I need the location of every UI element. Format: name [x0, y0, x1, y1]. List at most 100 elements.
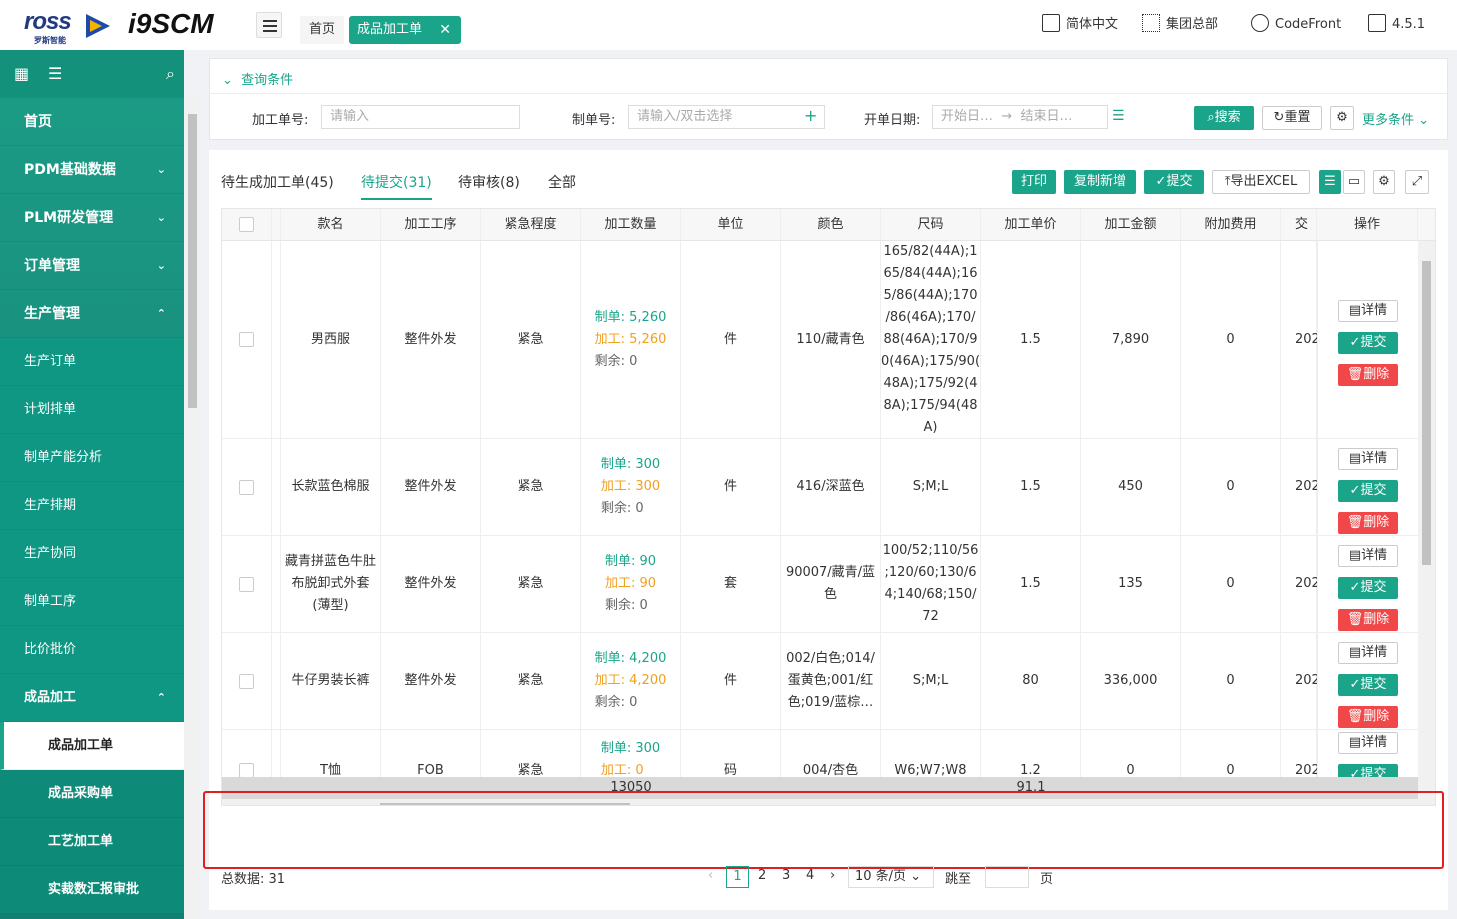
- add-icon[interactable]: +: [804, 106, 817, 125]
- detail-button[interactable]: ▤详情: [1338, 732, 1398, 754]
- submit-row-button[interactable]: ✓提交: [1338, 479, 1398, 502]
- page-1[interactable]: 1: [726, 866, 749, 888]
- submit-row-button[interactable]: ✓提交: [1338, 332, 1398, 354]
- sidebar-item-pricing[interactable]: 比价批价: [0, 626, 184, 674]
- table-row[interactable]: 长款蓝色棉服 整件外发 紧急 制单: 300 加工: 300 剩余: 0 件 416/深蓝色 S…: [222, 439, 1418, 536]
- row-select-cell[interactable]: [222, 633, 272, 729]
- row-checkbox[interactable]: [239, 479, 254, 495]
- menu-toggle-button[interactable]: [256, 12, 282, 38]
- settings-icon[interactable]: ⚙: [1330, 106, 1354, 130]
- tab-all[interactable]: 全部: [548, 172, 576, 192]
- sidebar-scrollbar[interactable]: [184, 98, 200, 919]
- user-menu[interactable]: CodeFront: [1251, 14, 1341, 36]
- sidebar-item-label: PLM研发管理: [24, 210, 114, 226]
- sidebar-item-capacity[interactable]: 制单产能分析: [0, 434, 184, 482]
- table-row[interactable]: 藏青拼蓝色牛肚布脱卸式外套(薄型) 整件外发 紧急 制单: 90 加工: 90 剩余: 0…: [222, 536, 1418, 633]
- sidebar-item-production-order[interactable]: 生产订单: [0, 338, 184, 386]
- table-row[interactable]: 牛仔男装长裤 整件外发 紧急 制单: 4,200 加工: 4,200 剩余: 0 件 002/…: [222, 633, 1418, 730]
- grid-view-icon[interactable]: ▦: [14, 64, 29, 83]
- search-button[interactable]: ⌕搜索: [1194, 106, 1254, 130]
- row-checkbox[interactable]: [239, 576, 254, 592]
- cell-name: 长款蓝色棉服: [281, 439, 381, 535]
- page-4[interactable]: 4: [806, 868, 814, 883]
- make-label: 制单:: [600, 457, 632, 472]
- sidebar-item-plm[interactable]: PLM研发管理 ⌄: [0, 194, 184, 242]
- card-view-button[interactable]: ▭: [1343, 170, 1365, 194]
- print-button[interactable]: 打印: [1012, 170, 1056, 194]
- detail-button[interactable]: ▤详情: [1338, 641, 1398, 664]
- copy-add-button[interactable]: 复制新增: [1064, 170, 1136, 194]
- search-icon[interactable]: ⌕: [166, 64, 175, 84]
- version-info[interactable]: 4.5.1: [1368, 14, 1425, 36]
- fullscreen-icon[interactable]: ⤢: [1405, 170, 1429, 194]
- delete-button[interactable]: 🗑删除: [1338, 705, 1398, 728]
- table-vertical-scrollbar[interactable]: [1418, 241, 1435, 799]
- goto-input[interactable]: [985, 866, 1029, 888]
- user-name: CodeFront: [1275, 17, 1342, 32]
- tab-pending-review[interactable]: 待审核(8): [458, 172, 520, 192]
- order-no-input[interactable]: 请输入: [321, 105, 520, 129]
- col-due: 交: [1281, 209, 1317, 240]
- sidebar-item-home[interactable]: 首页: [0, 98, 184, 146]
- language-label: 简体中文: [1066, 17, 1119, 32]
- sidebar-item-finished[interactable]: 成品加工 ⌃: [0, 674, 184, 722]
- submit-row-button[interactable]: ✓提交: [1338, 576, 1398, 599]
- tab-pending-submit[interactable]: 待提交(31): [361, 172, 432, 200]
- row-select-cell[interactable]: [222, 536, 272, 632]
- logo-arrow-accent-icon: [90, 20, 102, 32]
- more-conditions[interactable]: 更多条件 ⌄: [1362, 109, 1429, 128]
- row-select-cell[interactable]: [222, 241, 272, 438]
- detail-button[interactable]: ▤详情: [1338, 300, 1398, 322]
- close-icon[interactable]: ✕: [439, 16, 451, 44]
- delete-button[interactable]: 🗑删除: [1338, 608, 1398, 631]
- page-3[interactable]: 3: [782, 868, 790, 883]
- export-excel-button[interactable]: ⤒导出EXCEL: [1212, 170, 1310, 194]
- delete-button[interactable]: 🗑删除: [1338, 511, 1398, 534]
- tab-home[interactable]: 首页: [300, 16, 344, 44]
- sidebar-item-cut-report[interactable]: 实裁数汇报审批: [0, 866, 184, 914]
- list-view-icon[interactable]: ☰: [48, 64, 62, 83]
- table-row[interactable]: 男西服 整件外发 紧急 制单: 5,260 加工: 5,260 剩余: 0 件 110/藏青色…: [222, 241, 1418, 439]
- org-tree-icon: [1142, 14, 1160, 32]
- query-toggle[interactable]: ⌄ 查询条件: [222, 69, 293, 88]
- prev-page-icon[interactable]: ‹: [708, 868, 713, 883]
- column-settings-icon[interactable]: ⚙: [1373, 170, 1395, 194]
- next-page-icon[interactable]: ›: [830, 868, 835, 883]
- tab-finished-processing[interactable]: 成品加工单 ✕: [349, 16, 461, 44]
- sidebar-item-process[interactable]: 制单工序: [0, 578, 184, 626]
- sidebar-item-collab[interactable]: 生产协同: [0, 530, 184, 578]
- sidebar-item-purchase[interactable]: 成品采购单: [0, 770, 184, 818]
- list-icon[interactable]: ☰: [1112, 108, 1125, 124]
- org-switch[interactable]: 集团总部: [1142, 14, 1218, 36]
- sidebar-item-production[interactable]: 生产管理 ⌃: [0, 290, 184, 338]
- row-checkbox[interactable]: [239, 673, 254, 689]
- sidebar-item-orders[interactable]: 订单管理 ⌄: [0, 242, 184, 290]
- reset-button[interactable]: ↻重置: [1262, 106, 1322, 130]
- cell-due: 202: [1281, 633, 1320, 729]
- row-checkbox[interactable]: [239, 332, 254, 347]
- delete-button[interactable]: 🗑删除: [1338, 364, 1398, 386]
- date-range-input[interactable]: 开始日… → 结束日…: [932, 105, 1108, 129]
- sidebar-item-pdm[interactable]: PDM基础数据 ⌄: [0, 146, 184, 194]
- sidebar-item-craft[interactable]: 工艺加工单: [0, 818, 184, 866]
- rest-qty: 0: [635, 501, 644, 516]
- list-view-button[interactable]: ☰: [1319, 170, 1341, 194]
- detail-button[interactable]: ▤详情: [1338, 447, 1398, 470]
- submit-row-button[interactable]: ✓提交: [1338, 673, 1398, 696]
- submit-button[interactable]: ✓提交: [1144, 170, 1204, 194]
- make-no-input[interactable]: 请输入/双击选择: [628, 105, 825, 129]
- page-size-select[interactable]: 10 条/页 ⌄: [848, 866, 934, 888]
- sidebar-item-finished-order[interactable]: 成品加工单: [0, 722, 184, 770]
- detail-button[interactable]: ▤详情: [1338, 544, 1398, 567]
- language-switch[interactable]: 简体中文: [1042, 14, 1118, 36]
- delete-label: 删除: [1363, 514, 1390, 530]
- sidebar-item-planning[interactable]: 计划排单: [0, 386, 184, 434]
- tab-pending-generate[interactable]: 待生成加工单(45): [221, 172, 334, 192]
- row-checkbox[interactable]: [239, 763, 254, 778]
- select-all-checkbox[interactable]: [239, 217, 254, 232]
- page-2[interactable]: 2: [758, 868, 766, 883]
- select-all-cell[interactable]: [222, 209, 272, 240]
- more-label: 更多条件: [1362, 113, 1415, 128]
- sidebar-item-schedule[interactable]: 生产排期: [0, 482, 184, 530]
- row-select-cell[interactable]: [222, 439, 272, 535]
